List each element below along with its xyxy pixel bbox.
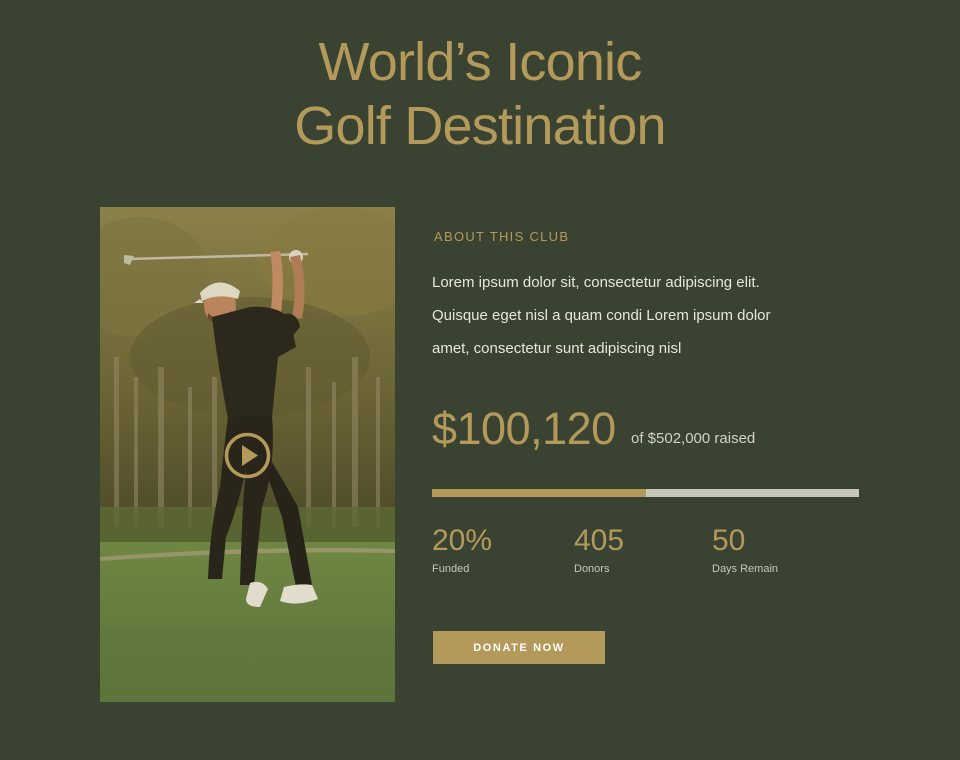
stat-value: 50	[712, 524, 746, 557]
raised-amount: $100,120	[432, 403, 616, 454]
stat-label: Funded	[432, 563, 470, 575]
stat-label: Donors	[574, 563, 610, 575]
stat-days-remain: 50 Days Remain	[712, 522, 778, 575]
donate-now-button[interactable]: DONATE NOW	[433, 631, 605, 664]
stat-label: Days Remain	[712, 563, 779, 575]
stat-funded: 20% Funded	[432, 522, 492, 575]
funding-progress-fill	[432, 489, 646, 497]
about-description: Lorem ipsum dolor sit, consectetur adipi…	[432, 266, 812, 365]
stat-value: 20%	[432, 524, 493, 557]
title-line-1: World’s Iconic	[318, 32, 643, 92]
golfer-video-thumbnail[interactable]	[100, 207, 395, 702]
about-line-3: amet, consectetur sunt adipiscing nisl	[432, 340, 682, 357]
about-line-2: Quisque eget nisl a quam condi Lorem ips…	[432, 307, 771, 324]
stat-donors: 405 Donors	[574, 522, 624, 575]
play-circle-icon[interactable]	[224, 432, 271, 479]
page-title: World’s Iconic Golf Destination	[0, 30, 960, 158]
stat-value: 405	[574, 524, 625, 557]
funding-progress-bar	[432, 489, 859, 497]
goal-text: of $502,000 raised	[631, 430, 756, 447]
title-line-2: Golf Destination	[294, 96, 666, 156]
about-line-1: Lorem ipsum dolor sit, consectetur adipi…	[432, 274, 760, 291]
about-eyebrow: ABOUT THIS CLUB	[434, 229, 570, 244]
